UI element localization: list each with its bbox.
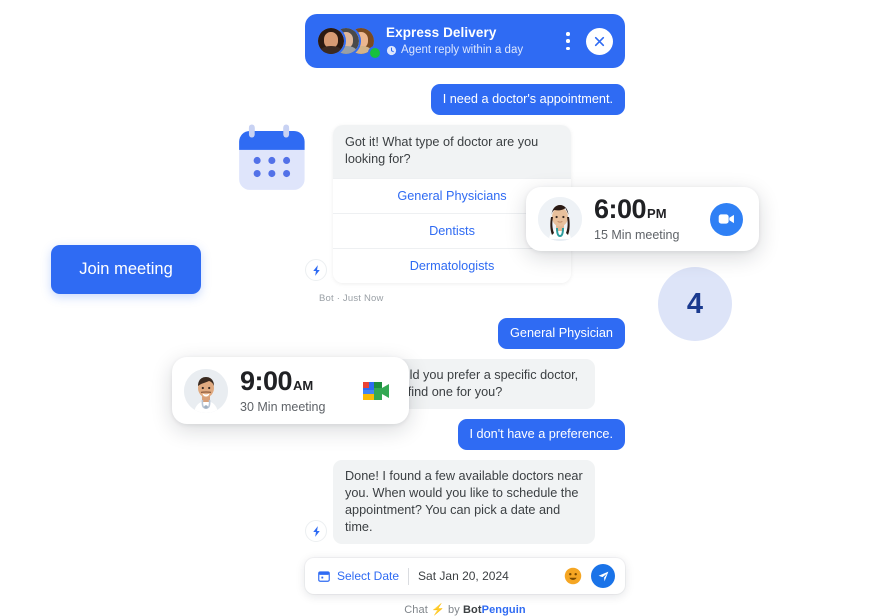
divider — [408, 567, 410, 585]
notification-count-badge: 4 — [658, 267, 732, 341]
botpenguin-bolt-icon — [312, 525, 320, 537]
branding-name-penguin: Penguin — [481, 604, 526, 616]
avatar-group — [316, 24, 382, 60]
user-message-bubble: I need a doctor's appointment. — [430, 84, 625, 115]
meeting-time-ampm: AM — [293, 377, 314, 393]
message-row: General Physician — [305, 318, 625, 349]
meeting-time: 6:00PM — [594, 196, 710, 223]
join-meeting-label: Join meeting — [79, 260, 173, 278]
branding-by: by — [448, 604, 460, 616]
video-camera-glyph — [718, 214, 734, 224]
user-message-bubble: I don't have a preference. — [457, 419, 625, 450]
message-row: Done! I found a few available doctors ne… — [305, 460, 625, 544]
bot-message-text: Got it! What type of doctor are you look… — [333, 125, 571, 178]
quick-reply-option-dermatologists[interactable]: Dermatologists — [333, 248, 571, 283]
google-meet-icon[interactable] — [359, 376, 393, 406]
branding-bolt-icon: ⚡ — [431, 604, 445, 616]
send-paper-plane-icon — [598, 571, 608, 581]
meeting-time-value: 6:00 — [594, 194, 647, 224]
branding-footer: Chat ⚡ by BotPenguin — [305, 603, 625, 616]
user-message-bubble: General Physician — [498, 318, 625, 349]
calendar-illustration — [239, 124, 305, 190]
avatar-image — [538, 197, 582, 241]
chat-widget: Express Delivery Agent reply within a da… — [305, 14, 625, 616]
female-doctor-avatar — [538, 197, 582, 241]
meeting-texts: 9:00AM 30 Min meeting — [240, 365, 359, 414]
meeting-card-am[interactable]: 9:00AM 30 Min meeting — [172, 357, 409, 424]
join-meeting-button[interactable]: Join meeting — [51, 245, 201, 294]
meeting-time: 9:00AM — [240, 365, 359, 396]
message-meta: Bot · Just Now — [319, 293, 384, 304]
chat-title: Express Delivery — [386, 25, 497, 40]
message-row: I need a doctor's appointment. — [305, 84, 625, 115]
meeting-time-ampm: PM — [647, 206, 667, 221]
branding-name-bot: Bot — [463, 604, 482, 616]
chat-input-bar: Select Date Sat Jan 20, 2024 — [305, 558, 625, 594]
avatar — [316, 26, 346, 56]
meeting-texts: 6:00PM 15 Min meeting — [594, 196, 710, 243]
chat-header: Express Delivery Agent reply within a da… — [305, 14, 625, 68]
botpenguin-bolt-icon — [312, 264, 320, 276]
clock-icon — [386, 45, 397, 55]
message-list: I need a doctor's appointment. Got it! W… — [305, 68, 625, 544]
close-icon[interactable] — [586, 27, 613, 55]
chat-subtitle: Agent reply within a day — [401, 44, 524, 56]
kebab-menu-icon[interactable] — [560, 31, 576, 51]
calendar-icon — [318, 571, 330, 582]
bot-avatar — [305, 259, 327, 281]
selected-date-value: Sat Jan 20, 2024 — [418, 569, 509, 583]
bot-avatar — [305, 520, 327, 542]
branding-prefix: Chat — [404, 604, 428, 616]
meeting-duration: 30 Min meeting — [240, 399, 326, 414]
select-date-button[interactable]: Select Date — [317, 569, 399, 583]
smiley-emoji-icon[interactable] — [564, 567, 582, 585]
zoom-video-icon[interactable] — [710, 202, 743, 236]
avatar-image — [184, 368, 228, 413]
close-glyph — [594, 36, 605, 46]
online-status-dot — [368, 46, 382, 60]
male-doctor-avatar — [184, 368, 228, 413]
header-text-group: Express Delivery Agent reply within a da… — [386, 25, 560, 57]
select-date-label: Select Date — [337, 569, 400, 583]
meeting-time-value: 9:00 — [240, 365, 293, 396]
bot-message-bubble: Done! I found a few available doctors ne… — [333, 460, 595, 544]
header-actions — [560, 27, 613, 55]
chat-subtitle-row: Agent reply within a day — [386, 43, 560, 57]
badge-count: 4 — [686, 287, 704, 320]
meeting-duration: 15 Min meeting — [594, 228, 680, 242]
meeting-card-pm[interactable]: 6:00PM 15 Min meeting — [526, 187, 759, 251]
